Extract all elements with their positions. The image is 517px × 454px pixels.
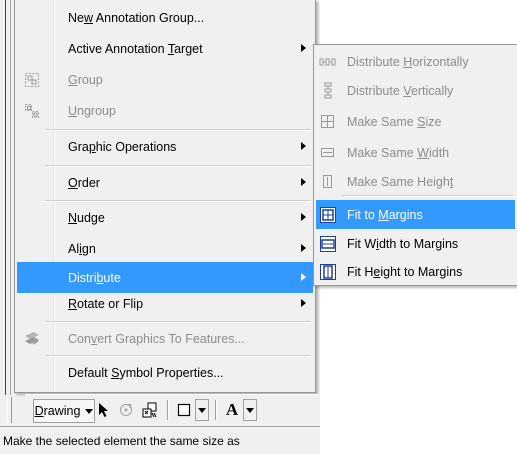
menu-item-graphic-operations[interactable]: Graphic Operations <box>17 131 313 162</box>
menu-item-new-annotation-group[interactable]: New Annotation Group... <box>17 2 313 33</box>
edit-vertices-tool[interactable] <box>140 399 160 421</box>
text-tool-dropdown[interactable] <box>243 399 257 421</box>
fit-height-to-margins-icon <box>319 263 336 280</box>
menu-item-label: Active Annotation Target <box>68 41 203 56</box>
submenu-item-fit-width-to-margins[interactable]: Fit Width to Margins <box>316 229 515 258</box>
select-elements-tool[interactable] <box>95 399 113 421</box>
distribute-vertically-icon <box>319 82 336 99</box>
menu-item-label: Nudge <box>68 210 105 225</box>
toolbar-separator <box>167 400 169 420</box>
menu-item-label: Group <box>68 72 103 87</box>
submenu-arrow-icon <box>301 244 306 252</box>
edit-vertices-icon <box>142 402 157 418</box>
submenu-item-label: Fit to Margins <box>347 207 423 222</box>
submenu-separator <box>342 195 513 197</box>
make-same-height-icon <box>319 173 336 190</box>
arrow-pointer-icon <box>99 403 108 417</box>
submenu-item-label: Make Same Width <box>347 145 450 160</box>
rotate-tool[interactable] <box>117 399 135 421</box>
status-message: Make the selected element the same size … <box>3 434 240 448</box>
ungroup-icon <box>23 102 41 120</box>
submenu-item-distribute-horizontally[interactable]: Distribute Horizontally <box>316 47 515 76</box>
submenu-item-label: Distribute Vertically <box>347 83 454 98</box>
submenu-arrow-icon <box>301 213 306 221</box>
text-tool[interactable]: A <box>223 399 241 421</box>
rectangle-tool[interactable] <box>175 399 193 421</box>
make-same-size-icon <box>319 113 336 130</box>
fit-to-margins-icon <box>319 206 336 223</box>
submenu-item-label: Make Same Height <box>347 174 454 189</box>
menu-item-default-symbol-properties[interactable]: Default Symbol Properties... <box>17 357 313 388</box>
menu-item-label: Order <box>68 175 100 190</box>
menu-item-active-annotation-target[interactable]: Active Annotation Target <box>17 33 313 64</box>
chevron-down-icon <box>198 407 206 413</box>
text-tool-icon: A <box>225 400 239 419</box>
submenu-item-label: Fit Height to Margins <box>347 264 463 279</box>
chevron-down-icon <box>85 408 94 414</box>
menu-item-ungroup[interactable]: Ungroup <box>17 95 313 126</box>
submenu-item-label: Fit Width to Margins <box>347 236 459 251</box>
distribute-horizontally-icon <box>319 53 336 70</box>
menu-item-group[interactable]: Group <box>17 64 313 95</box>
menu-item-order[interactable]: Order <box>17 167 313 198</box>
rectangle-icon <box>177 403 191 417</box>
submenu-item-label: Make Same Size <box>347 114 442 129</box>
menu-item-label: Rotate or Flip <box>68 296 144 311</box>
menu-item-label: Align <box>68 241 96 256</box>
menu-item-label: Default Symbol Properties... <box>68 365 224 380</box>
submenu-arrow-icon <box>301 299 306 307</box>
toolbar-grip-handle[interactable] <box>7 397 12 423</box>
submenu-item-make-same-size[interactable]: Make Same Size <box>316 107 515 136</box>
submenu-arrow-icon <box>301 273 306 281</box>
submenu-item-label: Distribute Horizontally <box>347 54 469 69</box>
rectangle-tool-dropdown[interactable] <box>195 399 209 421</box>
drawing-menu-button[interactable]: Drawing <box>33 399 95 423</box>
window-frame-edge <box>5 0 6 395</box>
menu-item-label: Ungroup <box>68 103 116 118</box>
window-frame-edge-inner <box>10 0 11 395</box>
convert-graphics-icon <box>23 330 41 348</box>
toolbar-separator <box>215 400 217 420</box>
submenu-item-fit-to-margins[interactable]: Fit to Margins <box>316 200 515 229</box>
submenu-item-fit-height-to-margins[interactable]: Fit Height to Margins <box>316 257 515 286</box>
menu-item-nudge[interactable]: Nudge <box>17 202 313 233</box>
status-bar: Make the selected element the same size … <box>0 426 320 454</box>
drawing-toolbar: Drawing A <box>7 394 320 425</box>
menu-item-convert-graphics-to-features[interactable]: Convert Graphics To Features... <box>17 323 313 354</box>
submenu-item-make-same-width[interactable]: Make Same Width <box>316 138 515 167</box>
make-same-width-icon <box>319 144 336 161</box>
drawing-menu-label: Drawing <box>34 404 81 418</box>
submenu-arrow-icon <box>301 44 306 52</box>
rotate-icon <box>120 403 132 416</box>
submenu-item-make-same-height[interactable]: Make Same Height <box>316 167 515 196</box>
menu-item-label: Graphic Operations <box>68 139 177 154</box>
menu-item-label: Distribute <box>68 270 121 285</box>
submenu-arrow-icon <box>301 178 306 186</box>
menu-item-label: Convert Graphics To Features... <box>68 331 245 346</box>
menu-item-align[interactable]: Align <box>17 233 313 264</box>
menu-item-label: New Annotation Group... <box>68 10 205 25</box>
drawing-context-menu: New Annotation Group... Active Annotatio… <box>14 0 316 393</box>
group-icon <box>23 71 41 89</box>
distribute-submenu: Distribute Horizontally Distribute Verti… <box>313 44 517 286</box>
chevron-down-icon <box>246 407 254 413</box>
submenu-arrow-icon <box>301 142 306 150</box>
menu-item-rotate-or-flip[interactable]: Rotate or Flip <box>17 288 313 319</box>
fit-width-to-margins-icon <box>319 235 336 252</box>
submenu-item-distribute-vertically[interactable]: Distribute Vertically <box>316 76 515 105</box>
